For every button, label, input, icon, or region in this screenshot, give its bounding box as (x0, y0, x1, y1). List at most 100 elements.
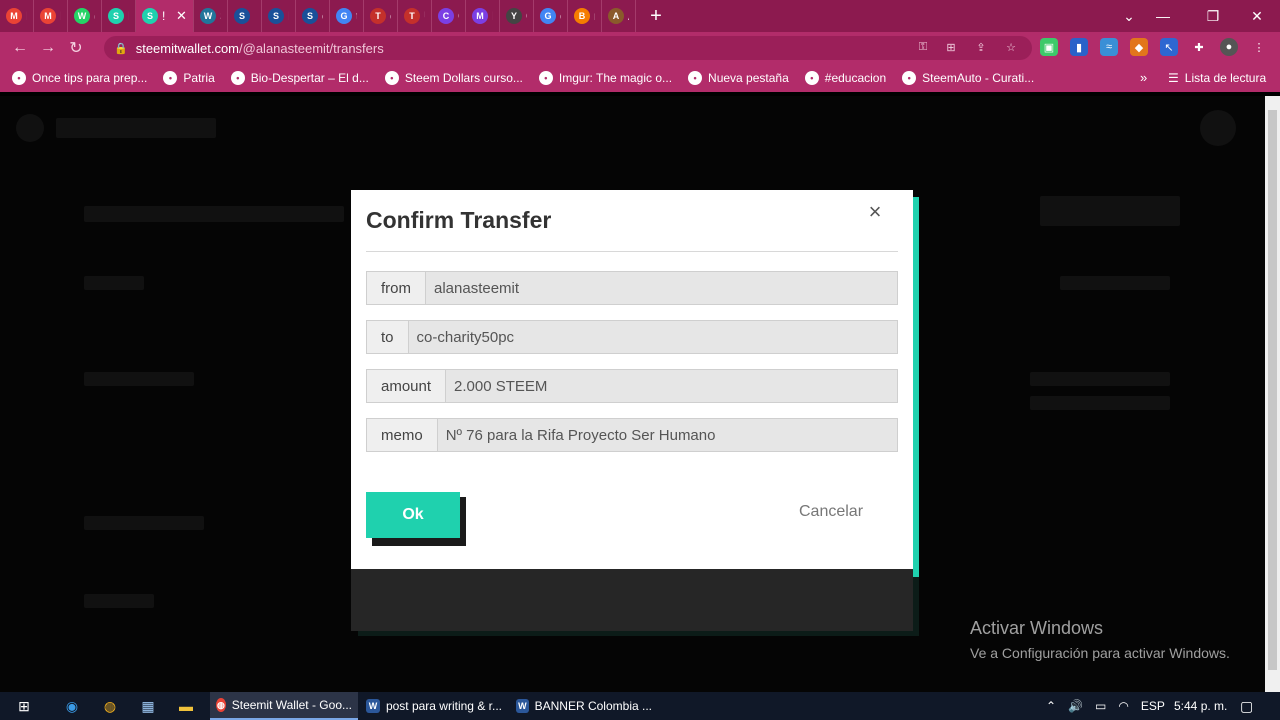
wifi-icon[interactable]: ◠ (1118, 699, 1128, 713)
field-label: from (367, 272, 426, 304)
tab-4[interactable]: S! ✕ (136, 0, 194, 32)
tab-10[interactable]: Tcryp (364, 0, 398, 32)
tab-label: trac (356, 9, 357, 23)
tron-icon: T (404, 8, 420, 24)
chevron-up-icon[interactable]: ⌃ (1046, 699, 1056, 713)
tab-0[interactable]: M Foto (0, 0, 34, 32)
edge-icon[interactable]: ◉ (62, 696, 82, 716)
button-placeholder (1040, 196, 1180, 226)
bookmark-star-icon[interactable]: ☆ (1002, 38, 1020, 56)
avatar[interactable]: ● (1220, 38, 1238, 56)
word-icon: W (366, 699, 380, 713)
bookmark-item[interactable]: • #educacion (804, 71, 886, 85)
tab-17[interactable]: A Arte (602, 0, 636, 32)
bookmark-label: Imgur: The magic o... (558, 71, 673, 85)
battery-icon[interactable]: ▭ (1095, 699, 1106, 713)
volume-icon[interactable]: 🔊 (1068, 699, 1083, 713)
bookmark-item[interactable]: • SteemAuto - Curati... (902, 71, 1034, 85)
tab-14[interactable]: Y Orin (500, 0, 534, 32)
bookmark-item[interactable]: • Patria (163, 71, 215, 85)
tab-15[interactable]: Gcon (534, 0, 568, 32)
close-window-button[interactable]: ✕ (1234, 0, 1280, 32)
confirm-transfer-dialog: Confirm Transfer × from alanasteemit to … (351, 190, 913, 569)
bookmark-item[interactable]: • Imgur: The magic o... (538, 71, 673, 85)
store-icon[interactable]: ▦ (138, 696, 158, 716)
start-icon[interactable]: ⊞ (14, 696, 34, 716)
bookmark-label: Once tips para prep... (32, 71, 148, 85)
extension-green-icon[interactable]: ▣ (1040, 38, 1058, 56)
ok-button[interactable]: Ok (366, 492, 460, 538)
clock[interactable]: 5:44 p. m. (1174, 692, 1227, 720)
forward-icon[interactable]: → (34, 39, 62, 57)
heading-placeholder (84, 372, 194, 386)
key-icon[interactable]: ⚿ (914, 38, 932, 56)
tab-11[interactable]: T Un (398, 0, 432, 32)
steemit-icon: S (142, 8, 158, 24)
bookmark-label: SteemAuto - Curati... (922, 71, 1035, 85)
field-label: memo (367, 419, 438, 451)
extension-chart-icon[interactable]: ▮ (1070, 38, 1088, 56)
taskbar-app-chrome[interactable]: ◍ Steemit Wallet - Goo... (210, 692, 358, 720)
back-icon[interactable]: ← (6, 39, 34, 57)
metamask-icon[interactable]: ◆ (1130, 38, 1148, 56)
taskbar-app-label: Steemit Wallet - Goo... (231, 698, 352, 712)
minimize-button[interactable]: — (1140, 0, 1186, 32)
globe-icon: • (384, 71, 399, 85)
cancel-button[interactable]: Cancelar (799, 503, 863, 521)
tab-13[interactable]: M Min (466, 0, 500, 32)
tab-1[interactable]: M Reci (34, 0, 68, 32)
steem-icon: S (268, 8, 284, 24)
art-icon: A (608, 8, 624, 24)
extension-cursor-icon[interactable]: ↖ (1160, 38, 1178, 56)
globe-icon: • (804, 71, 819, 85)
bookmark-item[interactable]: • Once tips para prep... (12, 71, 147, 85)
address-bar[interactable]: 🔒 steemitwallet.com /@alanasteemit/trans… (104, 36, 1032, 60)
tab-9[interactable]: Gtrac (330, 0, 364, 32)
tab-label: Reci (60, 9, 61, 23)
tab-5[interactable]: W Stee (194, 0, 228, 32)
tab-8[interactable]: Scoc (296, 0, 330, 32)
tab-2[interactable]: W (68) (68, 0, 102, 32)
new-tab-button[interactable]: + (646, 5, 666, 28)
tab-label: Proy (128, 9, 129, 23)
maximize-button[interactable]: ❐ (1190, 0, 1236, 32)
page-scrollbar[interactable] (1265, 96, 1280, 692)
language-indicator[interactable]: ESP (1141, 699, 1165, 713)
dialog-title: Confirm Transfer (366, 207, 552, 233)
taskbar-app-word-1[interactable]: W post para writing & r... (360, 692, 508, 720)
tab-7[interactable]: S Ban (262, 0, 296, 32)
gmail-icon: M (6, 8, 22, 24)
scrollbar-thumb[interactable] (1268, 110, 1277, 670)
notifications-icon[interactable]: ▢ (1240, 692, 1253, 720)
translate-icon[interactable]: ⊞ (942, 38, 960, 56)
google-icon: G (336, 8, 352, 24)
taskbar-app-word-2[interactable]: W BANNER Colombia ... (510, 692, 658, 720)
menu-icon[interactable]: ⋮ (1250, 38, 1268, 56)
heading-placeholder (84, 276, 144, 290)
taskbar-app-label: BANNER Colombia ... (534, 699, 652, 713)
close-icon[interactable]: × (863, 200, 887, 224)
memo-field: memo Nº 76 para la Rifa Proyecto Ser Hum… (366, 418, 898, 452)
puzzle-icon[interactable]: ✚ (1190, 38, 1208, 56)
tab-12[interactable]: C Cryp (432, 0, 466, 32)
lock-icon: 🔒 (114, 42, 128, 55)
close-tab-icon[interactable]: ✕ (176, 8, 187, 24)
reading-list-button[interactable]: ☰ Lista de lectura (1168, 64, 1266, 92)
tab-label: Arte (628, 9, 629, 23)
value-placeholder (1030, 372, 1170, 386)
reload-icon[interactable]: ↻ (62, 38, 90, 58)
chrome-pinned-icon[interactable]: ◍ (100, 696, 120, 716)
bookmark-item[interactable]: • Steem Dollars curso... (384, 71, 523, 85)
tab-strip: M Foto M Reci W (68) S Proy S! ✕ W Stee S Inici S Ban Sc… (0, 0, 1280, 32)
extension-wave-icon[interactable]: ≈ (1100, 38, 1118, 56)
crypto-icon: M (472, 8, 488, 24)
bookmark-item[interactable]: • Nueva pestaña (688, 71, 789, 85)
system-tray: ⌃ 🔊 ▭ ◠ ESP (1046, 692, 1165, 720)
tab-3[interactable]: S Proy (102, 0, 136, 32)
bookmarks-overflow-button[interactable]: » (1140, 70, 1147, 85)
share-icon[interactable]: ⇪ (972, 38, 990, 56)
bookmark-item[interactable]: • Bio-Despertar – El d... (230, 71, 369, 85)
tab-6[interactable]: S Inici (228, 0, 262, 32)
tab-16[interactable]: Breci (568, 0, 602, 32)
folder-icon[interactable]: ▬ (176, 696, 196, 716)
